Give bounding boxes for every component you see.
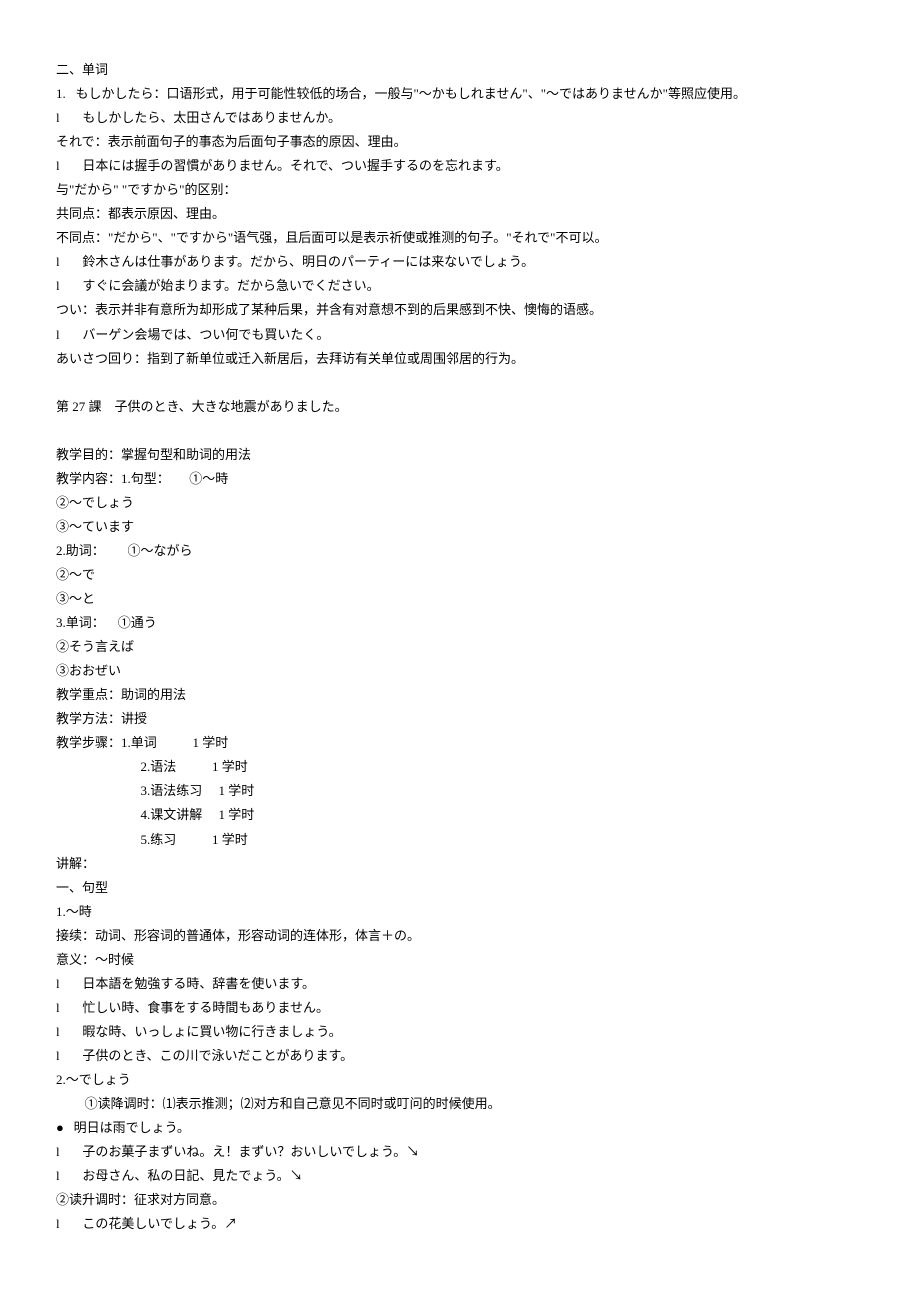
text-line: l バーゲン会場では、つい何でも買いたく。	[56, 323, 864, 347]
text-line: l この花美しいでしょう。↗	[56, 1212, 864, 1236]
text-line: l 子のお菓子まずいね。え！まずい？おいしいでしょう。↘	[56, 1140, 864, 1164]
text-line: 4.课文讲解 1 学时	[56, 803, 864, 827]
text-line: 接续：动词、形容词的普通体，形容动词的连体形，体言＋の。	[56, 924, 864, 948]
text-line: 一、句型	[56, 876, 864, 900]
text-line: l もしかしたら、太田さんではありませんか。	[56, 106, 864, 130]
text-line: 与"だから" "ですから"的区别：	[56, 178, 864, 202]
text-line: 讲解：	[56, 852, 864, 876]
text-line: つい：表示并非有意所为却形成了某种后果，并含有对意想不到的后果感到不快、懊悔的语…	[56, 298, 864, 322]
text-line: l 日本語を勉強する時、辞書を使います。	[56, 972, 864, 996]
text-line: 2.～でしょう	[56, 1068, 864, 1092]
text-line: 意义：～时候	[56, 948, 864, 972]
blank-line	[56, 371, 864, 395]
text-line: ①读降调时：⑴表示推测；⑵对方和自己意见不同时或叮问的时候使用。	[56, 1092, 864, 1116]
text-line: 1. もしかしたら：口语形式，用于可能性较低的场合，一般与"～かもしれません"、…	[56, 82, 864, 106]
text-line: l 忙しい時、食事をする時間もありません。	[56, 996, 864, 1020]
text-line: 教学目的：掌握句型和助词的用法	[56, 443, 864, 467]
text-line: 3.单词： ①通う	[56, 611, 864, 635]
blank-line	[56, 419, 864, 443]
text-line: ②～でしょう	[56, 491, 864, 515]
text-line: 教学步骤：1.单词 1 学时	[56, 731, 864, 755]
text-line: ②～で	[56, 563, 864, 587]
text-line: 2.语法 1 学时	[56, 755, 864, 779]
text-line: 1.～時	[56, 900, 864, 924]
text-line: 第 27 課 子供のとき、大きな地震がありました。	[56, 395, 864, 419]
text-line: あいさつ回り：指到了新单位或迁入新居后，去拜访有关单位或周围邻居的行为。	[56, 347, 864, 371]
text-line: 二、单词	[56, 58, 864, 82]
text-line: 教学重点：助词的用法	[56, 683, 864, 707]
text-line: 共同点：都表示原因、理由。	[56, 202, 864, 226]
document-body: 二、单词1. もしかしたら：口语形式，用于可能性较低的场合，一般与"～かもしれま…	[56, 58, 864, 1236]
text-line: 教学方法：讲授	[56, 707, 864, 731]
text-line: l 子供のとき、この川で泳いだことがあります。	[56, 1044, 864, 1068]
text-line: ③おおぜい	[56, 659, 864, 683]
text-line: ● 明日は雨でしょう。	[56, 1116, 864, 1140]
text-line: 不同点："だから"、"ですから"语气强，且后面可以是表示祈使或推测的句子。"それ…	[56, 226, 864, 250]
text-line: ②读升调时：征求对方同意。	[56, 1188, 864, 1212]
text-line: l お母さん、私の日記、見たでょう。↘	[56, 1164, 864, 1188]
text-line: l 日本には握手の習慣がありません。それで、つい握手するのを忘れます。	[56, 154, 864, 178]
text-line: それで：表示前面句子的事态为后面句子事态的原因、理由。	[56, 130, 864, 154]
text-line: ③～ています	[56, 515, 864, 539]
text-line: 2.助词： ①～ながら	[56, 539, 864, 563]
text-line: l 鈴木さんは仕事があります。だから、明日のパーティーには来ないでしょう。	[56, 250, 864, 274]
text-line: ②そう言えば	[56, 635, 864, 659]
text-line: l 暇な時、いっしょに買い物に行きましょう。	[56, 1020, 864, 1044]
text-line: 3.语法练习 1 学时	[56, 779, 864, 803]
text-line: ③～と	[56, 587, 864, 611]
text-line: l すぐに会議が始まります。だから急いでください。	[56, 274, 864, 298]
text-line: 5.练习 1 学时	[56, 828, 864, 852]
text-line: 教学内容：1.句型： ①～時	[56, 467, 864, 491]
